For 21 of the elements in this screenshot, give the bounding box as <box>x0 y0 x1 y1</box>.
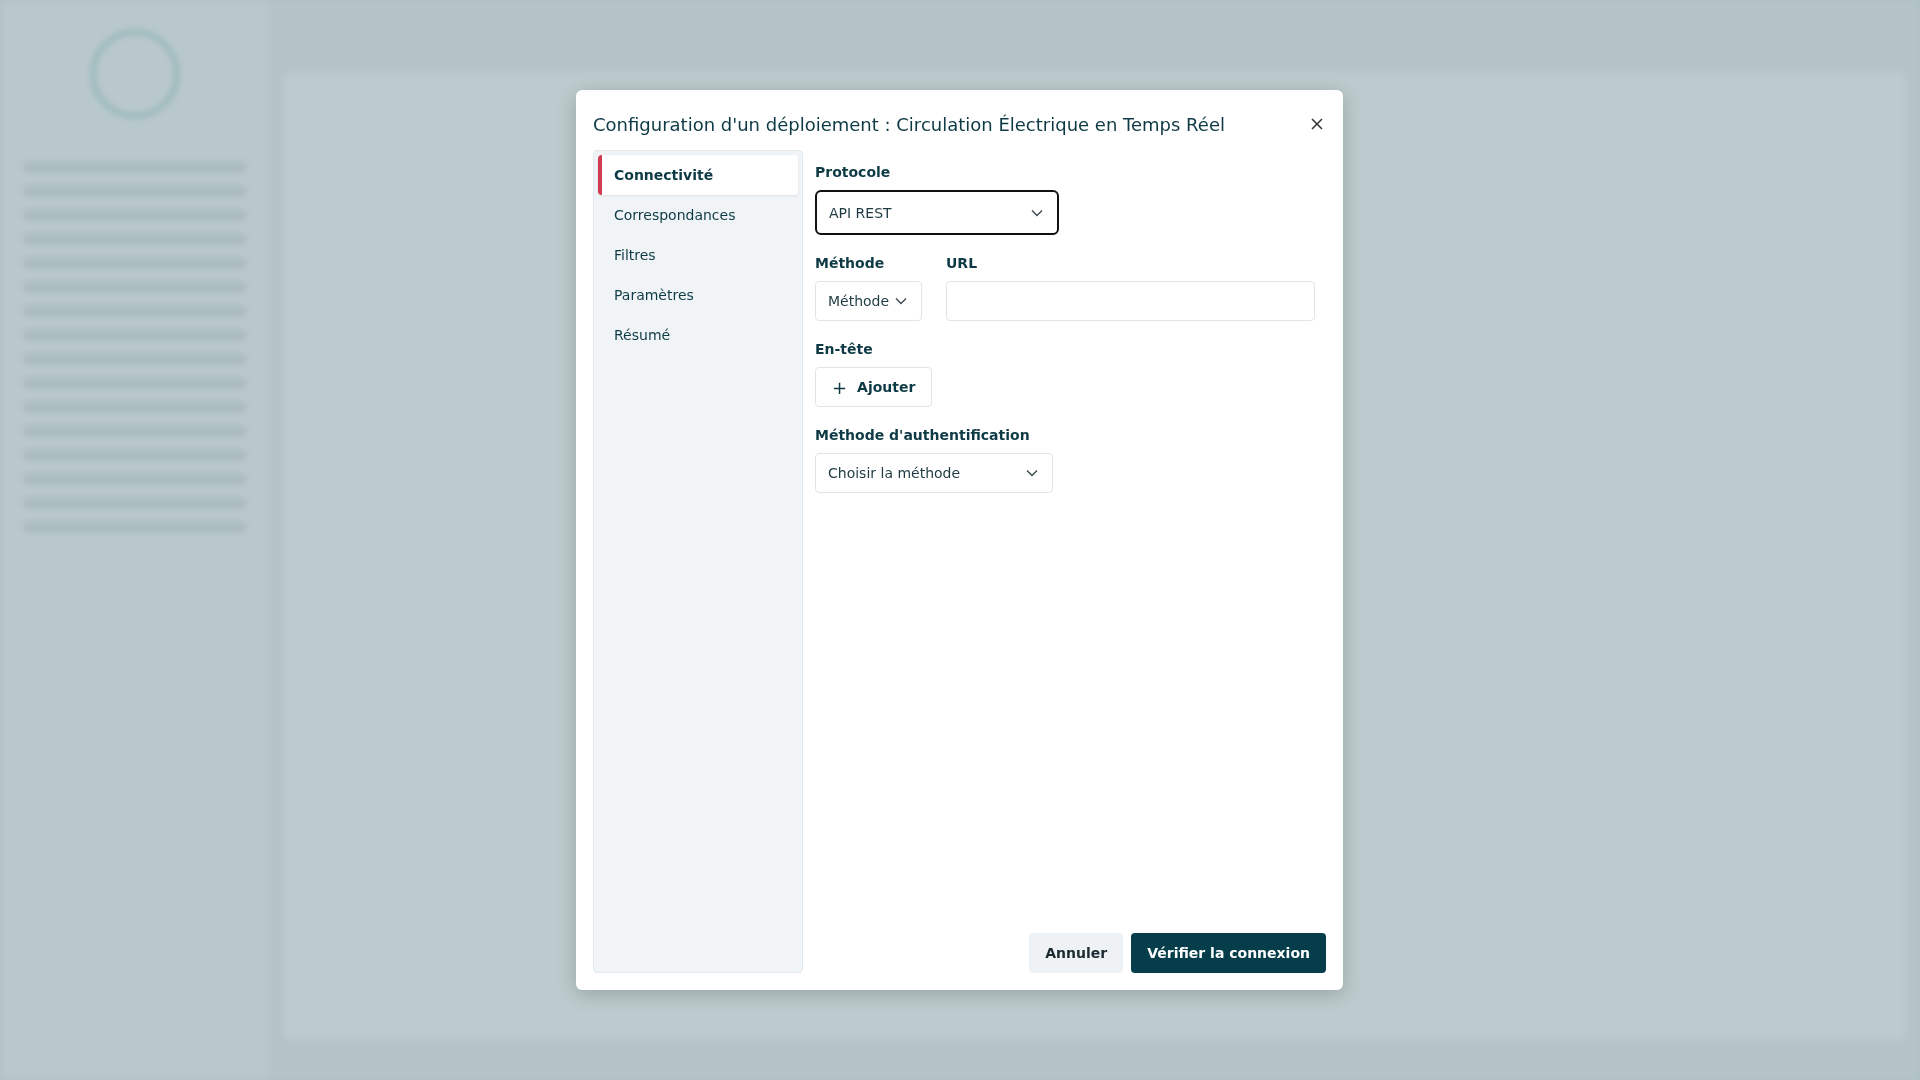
auth-method-select[interactable]: Choisir la méthode <box>815 453 1053 493</box>
field-label: Méthode d'authentification <box>815 427 1031 443</box>
verify-button[interactable]: Vérifier la connexion <box>1131 933 1326 973</box>
chevron-down-icon <box>895 297 907 305</box>
step-tab[interactable]: Correspondances <box>598 195 798 235</box>
field-label: Protocole <box>815 164 892 180</box>
step-tab[interactable]: Paramètres <box>598 275 798 315</box>
url-field[interactable] <box>946 281 1315 321</box>
protocol-select[interactable]: API REST <box>815 190 1059 235</box>
field-label: En-tête <box>815 341 874 357</box>
add-button[interactable]: + Ajouter <box>815 367 933 407</box>
step-tab[interactable]: Résumé <box>598 315 798 355</box>
dialog-title: Configuration d'un déploiement : Circulation Électrique en Temps Réel <box>593 113 1225 135</box>
chevron-down-icon <box>1031 208 1043 217</box>
field-label: Méthode <box>815 255 886 271</box>
step-tab[interactable]: Filtres <box>598 235 798 275</box>
step-tab[interactable]: Connectivité <box>598 155 798 195</box>
field-label: URL <box>946 255 979 271</box>
method-select[interactable]: Méthode <box>815 281 922 321</box>
cancel-button[interactable]: Annuler <box>1029 933 1124 973</box>
chevron-down-icon <box>1026 469 1038 477</box>
